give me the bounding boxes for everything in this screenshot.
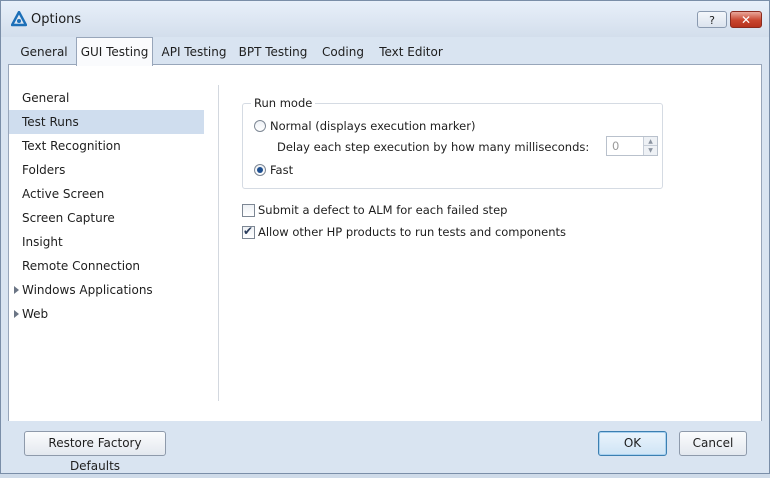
run-mode-group-title: Run mode: [251, 96, 316, 110]
tab-strip: General GUI Testing API Testing BPT Test…: [11, 37, 761, 66]
sidebar-item-folders[interactable]: Folders: [9, 158, 204, 182]
tab-api-testing[interactable]: API Testing: [158, 39, 230, 65]
normal-radio-label[interactable]: Normal (displays execution marker): [270, 119, 475, 133]
run-mode-group: Run mode Normal (displays execution mark…: [242, 96, 663, 189]
help-button[interactable]: ?: [697, 11, 727, 28]
sidebar-item-windows-applications[interactable]: Windows Applications: [9, 278, 204, 302]
options-dialog: Options ? ✕ General GUI Testing API Test…: [0, 0, 770, 474]
sidebar-item-remote-connection[interactable]: Remote Connection: [9, 254, 204, 278]
sidebar-item-active-screen[interactable]: Active Screen: [9, 182, 204, 206]
sidebar-item-web[interactable]: Web: [9, 302, 204, 326]
close-button[interactable]: ✕: [730, 11, 762, 28]
allow-hp-label[interactable]: Allow other HP products to run tests and…: [258, 225, 566, 239]
tab-bpt-testing[interactable]: BPT Testing: [237, 39, 309, 65]
tab-text-editor[interactable]: Text Editor: [376, 39, 446, 65]
title-bar: Options ? ✕: [1, 1, 769, 37]
fast-radio[interactable]: [254, 164, 266, 176]
expand-arrow-icon[interactable]: [14, 285, 19, 294]
options-panel: General Test Runs Text Recognition Folde…: [8, 64, 762, 422]
tab-gui-testing[interactable]: GUI Testing: [76, 37, 153, 66]
sidebar-item-label: Web: [22, 307, 49, 321]
fast-radio-label[interactable]: Fast: [270, 163, 293, 177]
restore-defaults-button[interactable]: Restore Factory Defaults: [24, 431, 166, 473]
dialog-footer: Restore Factory Defaults OK Cancel: [1, 421, 769, 473]
window-title: Options: [31, 12, 82, 27]
tab-general[interactable]: General: [17, 39, 71, 65]
sidebar-item-test-runs[interactable]: Test Runs: [9, 110, 204, 134]
sidebar-item-screen-capture[interactable]: Screen Capture: [9, 206, 204, 230]
delay-value[interactable]: 0: [612, 139, 619, 153]
expand-arrow-icon[interactable]: [14, 309, 19, 318]
allow-hp-checkbox[interactable]: [242, 224, 255, 239]
app-logo-icon: [10, 10, 28, 27]
stepper-up-icon[interactable]: ▲: [643, 137, 657, 146]
sidebar-item-label: Windows Applications: [22, 283, 153, 297]
delay-stepper[interactable]: 0 ▲ ▼: [606, 136, 658, 156]
panel-divider: [218, 85, 219, 401]
submit-defect-label[interactable]: Submit a defect to ALM for each failed s…: [258, 203, 507, 217]
stepper-down-icon[interactable]: ▼: [643, 146, 657, 155]
sidebar-item-general[interactable]: General: [9, 86, 204, 110]
normal-radio[interactable]: [254, 120, 266, 132]
ok-button[interactable]: OK: [598, 431, 667, 456]
cancel-button[interactable]: Cancel: [679, 431, 747, 456]
submit-defect-checkbox[interactable]: [242, 204, 255, 217]
tab-coding[interactable]: Coding: [318, 39, 368, 65]
sidebar-item-insight[interactable]: Insight: [9, 230, 204, 254]
sidebar-item-text-recognition[interactable]: Text Recognition: [9, 134, 204, 158]
delay-label: Delay each step execution by how many mi…: [277, 140, 590, 154]
